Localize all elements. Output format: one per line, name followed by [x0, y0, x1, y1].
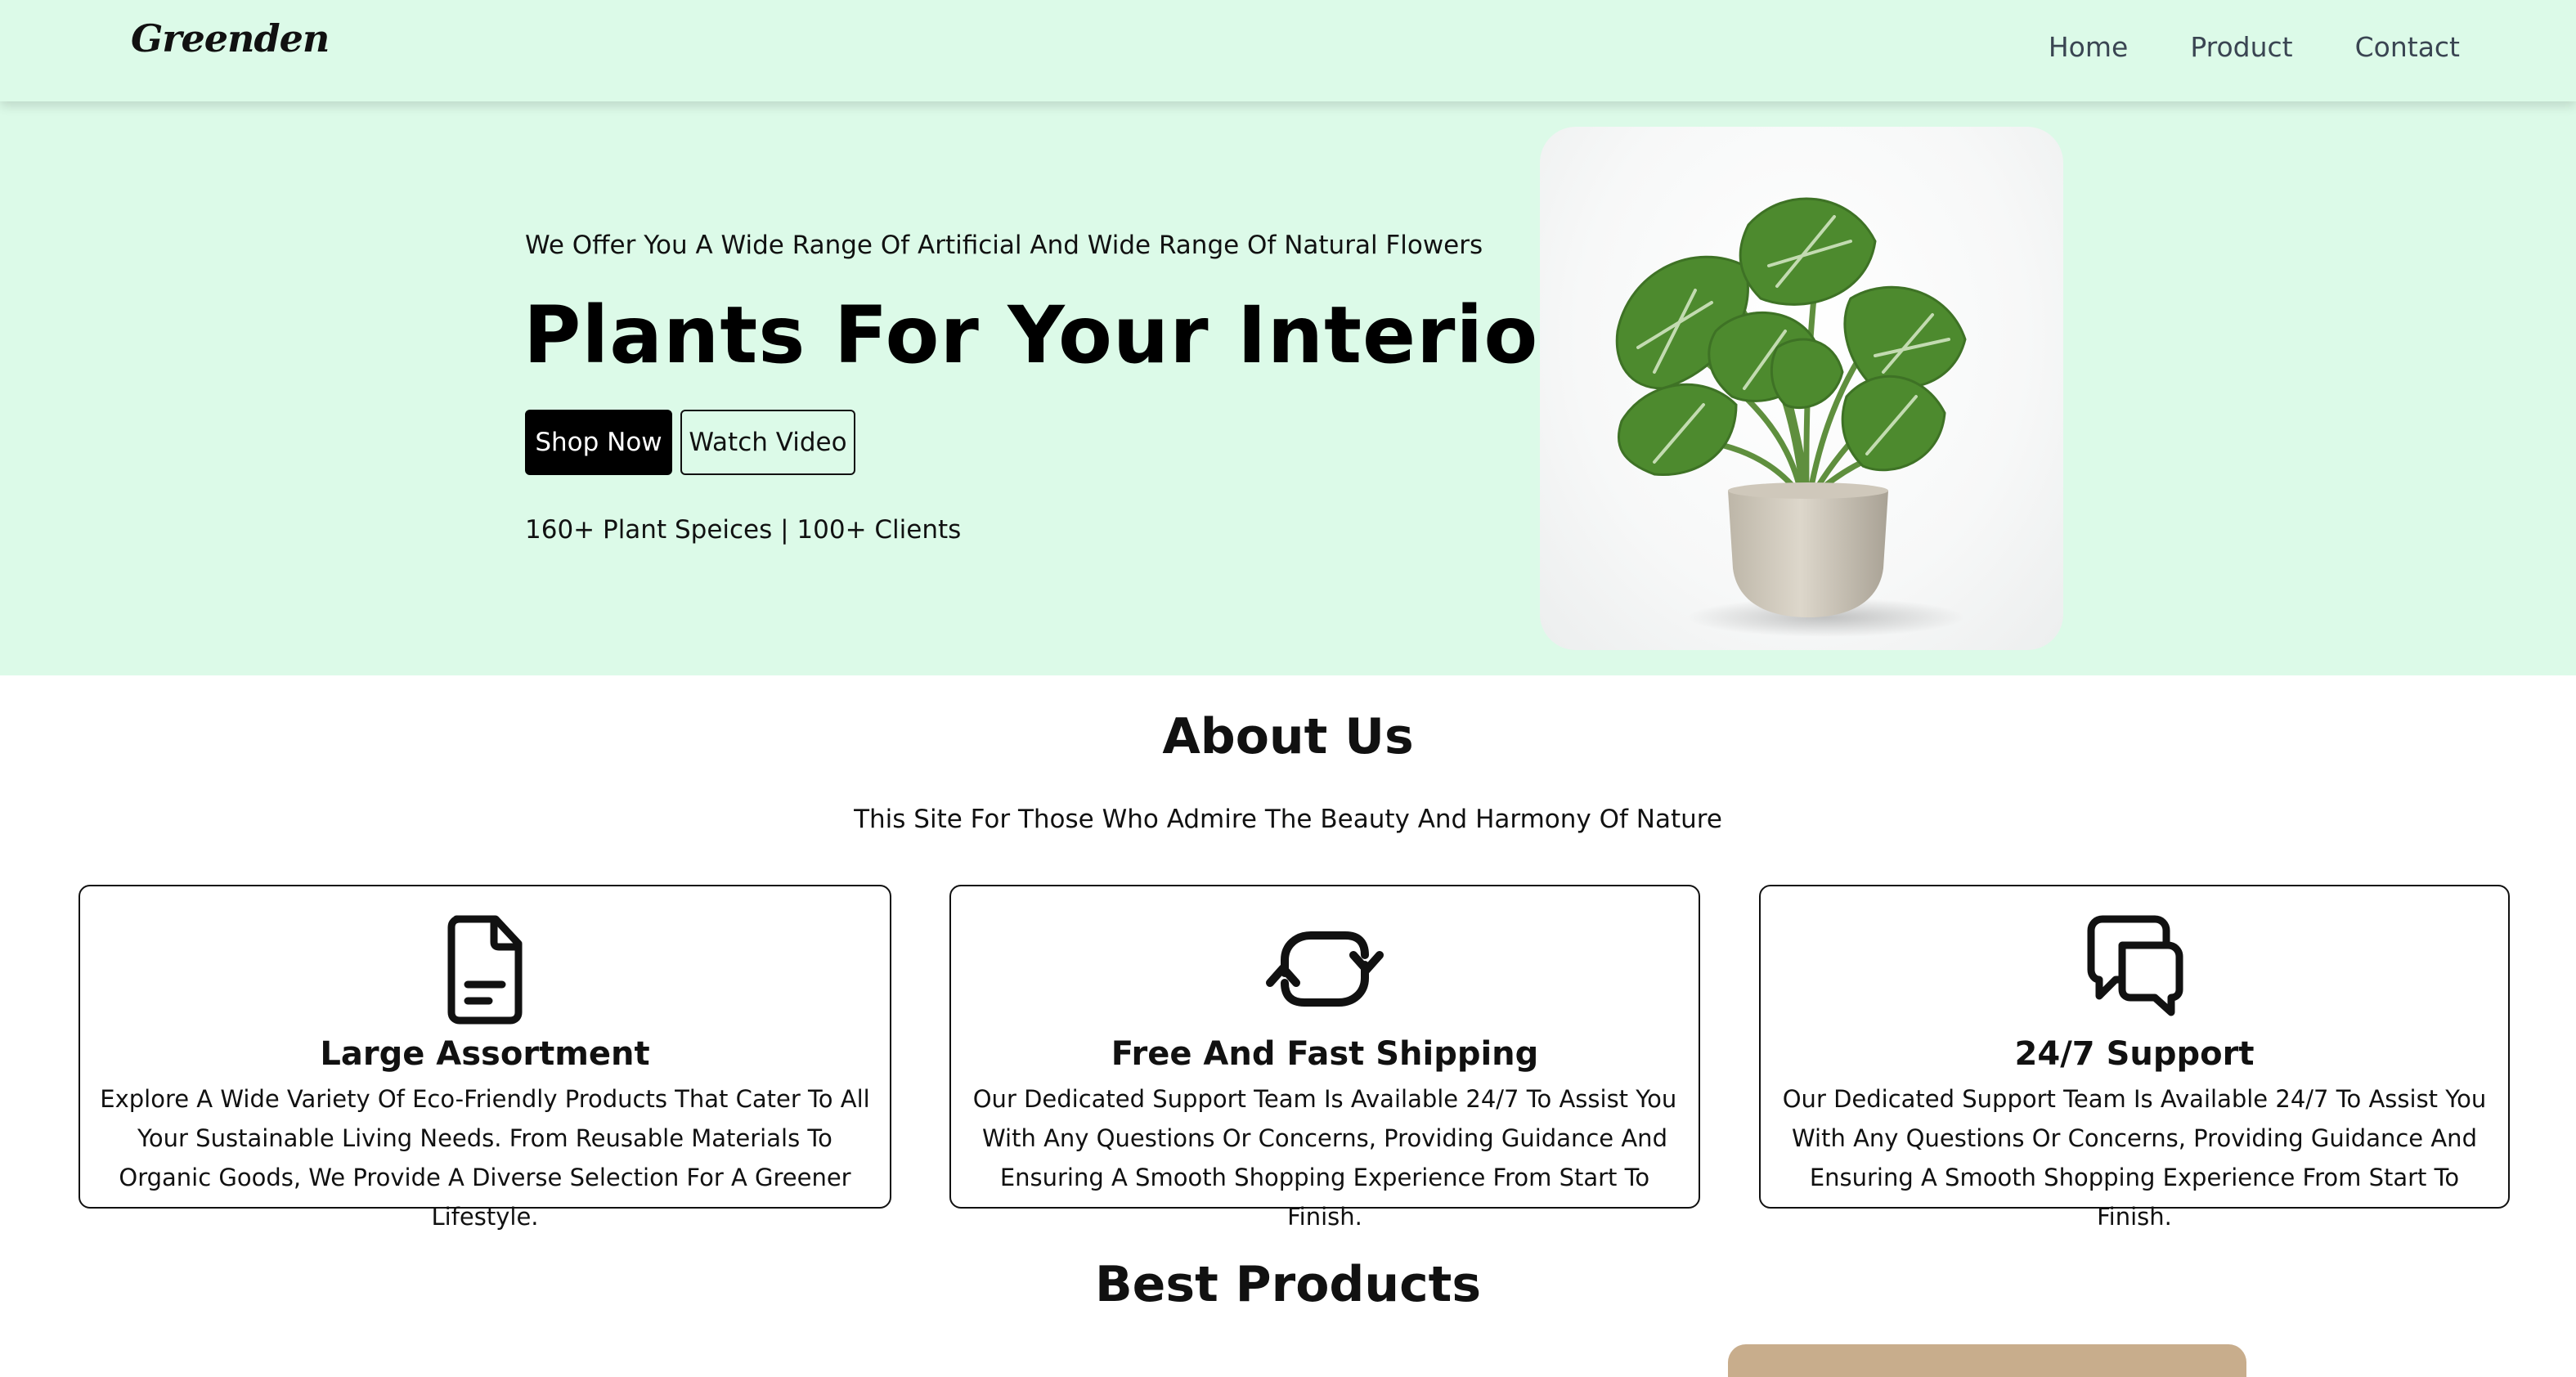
card-text: Explore A Wide Variety Of Eco-Friendly P…	[100, 1085, 870, 1231]
about-subtitle: This Site For Those Who Admire The Beaut…	[854, 805, 1722, 834]
hero-stats: 160+ Plant Speices | 100+ Clients	[525, 515, 962, 545]
card-title: Free And Fast Shipping	[1111, 1035, 1539, 1073]
hero-plant-image	[1540, 127, 2063, 650]
watch-video-button[interactable]: Watch Video	[680, 410, 855, 475]
hero-title: Plants For Your Interior	[523, 289, 1578, 381]
nav-link-product[interactable]: Product	[2190, 31, 2292, 63]
card-title: Large Assortment	[320, 1035, 650, 1073]
feature-card-shipping: Free And Fast Shipping Our Dedicated Sup…	[949, 885, 1700, 1231]
best-products-title: Best Products	[1094, 1256, 1482, 1313]
logo[interactable]: Greenden	[131, 16, 330, 61]
product-card-image[interactable]	[1728, 1344, 2246, 1377]
navbar: Greenden Home Product Contact	[0, 0, 2576, 101]
nav-link-home[interactable]: Home	[2049, 31, 2128, 63]
about-title: About Us	[1162, 708, 1414, 765]
hero-tagline: We Offer You A Wide Range Of Artificial …	[525, 231, 1483, 260]
nav-links: Home Product Contact	[2049, 31, 2460, 63]
chat-bubbles-icon	[2087, 915, 2183, 1016]
feature-card-support: 24/7 Support Our Dedicated Support Team …	[1759, 885, 2510, 1231]
card-text: Our Dedicated Support Team Is Available …	[972, 1085, 1677, 1231]
card-text: Our Dedicated Support Team Is Available …	[1782, 1085, 2487, 1231]
nav-link-contact[interactable]: Contact	[2355, 31, 2460, 63]
monstera-plant-icon	[1615, 197, 1967, 637]
refresh-icon	[1266, 931, 1384, 1007]
feature-card-assortment: Large Assortment Explore A Wide Variety …	[79, 885, 891, 1231]
shop-now-button[interactable]: Shop Now	[525, 410, 672, 475]
document-icon	[447, 915, 523, 1025]
card-title: 24/7 Support	[2014, 1035, 2255, 1073]
